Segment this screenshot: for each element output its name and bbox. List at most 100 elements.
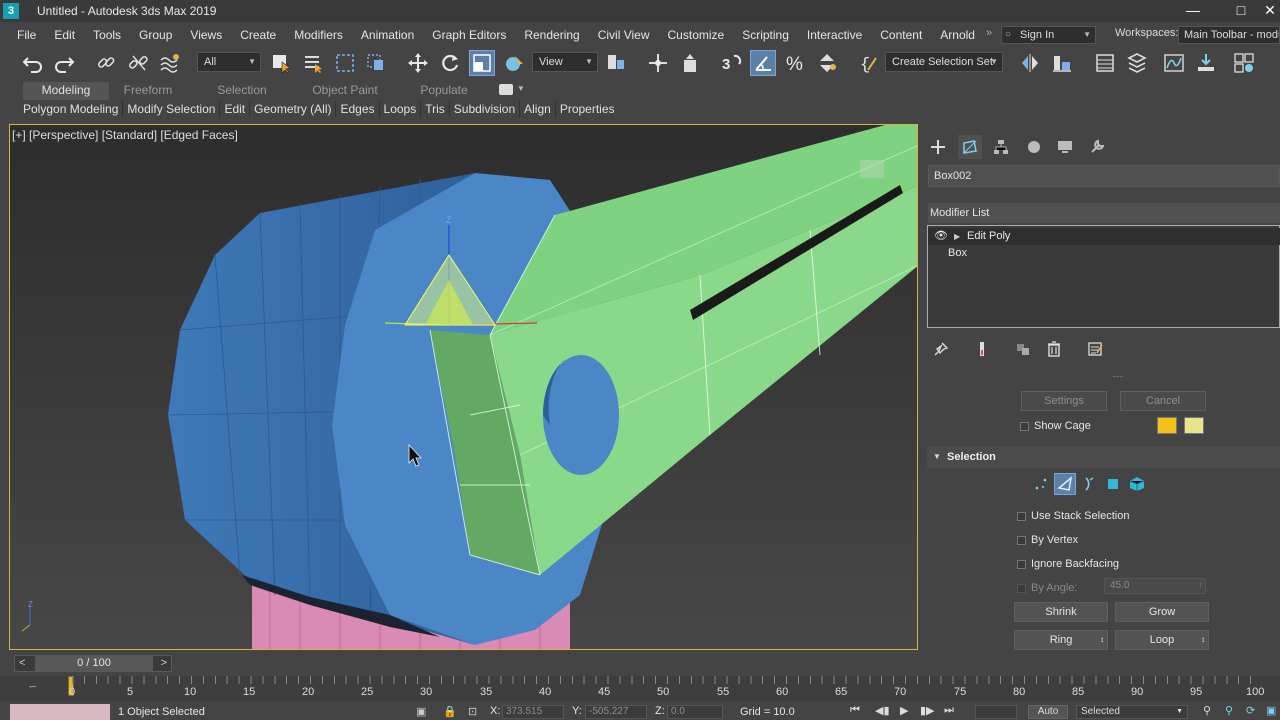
panel-subdivision[interactable]: Subdivision	[450, 101, 521, 117]
tab-object-paint[interactable]: Object Paint	[303, 82, 387, 100]
menu-scripting[interactable]: Scripting	[733, 28, 798, 42]
zoom-all-icon[interactable]: ⚲	[1225, 704, 1233, 717]
checkbox-box[interactable]	[1020, 421, 1029, 431]
pin-stack-icon[interactable]	[930, 338, 952, 360]
vertex-icon[interactable]	[1030, 473, 1052, 495]
menu-tools[interactable]: Tools	[84, 28, 130, 42]
panel-tris[interactable]: Tris	[421, 101, 450, 117]
menu-graph-editors[interactable]: Graph Editors	[423, 28, 515, 42]
scale-icon[interactable]	[469, 50, 495, 76]
viewport-label[interactable]: [+] [Perspective] [Standard] [Edged Face…	[12, 128, 238, 142]
menu-arnold[interactable]: Arnold	[931, 28, 984, 42]
menu-overflow-icon[interactable]: »	[986, 27, 992, 39]
modify-icon[interactable]	[958, 135, 982, 159]
perspective-viewport[interactable]: Z Z	[9, 124, 918, 650]
scene-explorer-icon[interactable]	[1124, 50, 1150, 76]
checkbox-box[interactable]	[1017, 535, 1026, 545]
use-stack-selection-checkbox[interactable]: Use Stack Selection	[1017, 510, 1129, 522]
loop-button[interactable]: Loop ↕	[1115, 630, 1209, 650]
tab-freeform[interactable]: Freeform	[113, 82, 183, 100]
minimize-icon[interactable]: —	[1170, 0, 1216, 22]
eye-icon[interactable]: 👁	[934, 228, 948, 245]
manipulate-icon[interactable]	[645, 50, 671, 76]
rectangular-selection-icon[interactable]	[332, 50, 358, 76]
selected-cage-color-swatch[interactable]	[1184, 417, 1204, 434]
panel-edges[interactable]: Edges	[336, 101, 380, 117]
checkbox-box[interactable]	[1017, 559, 1026, 569]
z-coordinate-field[interactable]: 0.0	[667, 705, 723, 719]
cage-color-swatch[interactable]	[1157, 417, 1177, 434]
by-angle-checkbox[interactable]: By Angle:	[1017, 582, 1077, 594]
angle-snap-icon[interactable]	[750, 50, 776, 76]
reference-coordinate-dropdown[interactable]: View ▼	[532, 52, 598, 72]
chevron-down-icon[interactable]: ▼	[517, 84, 525, 93]
grow-button[interactable]: Grow	[1115, 602, 1209, 622]
bind-spacewarp-icon[interactable]	[157, 50, 183, 76]
tab-modeling[interactable]: Modeling	[23, 82, 109, 100]
go-to-end-icon[interactable]: ⏭	[944, 704, 954, 717]
select-object-icon[interactable]	[268, 50, 294, 76]
time-prev-button[interactable]: <	[19, 656, 25, 671]
panel-loops[interactable]: Loops	[380, 101, 422, 117]
material-editor-icon[interactable]	[1231, 50, 1257, 76]
x-coordinate-field[interactable]: 373.515	[502, 705, 564, 719]
modifier-stack[interactable]: 👁 ▶ Edit Poly Box	[927, 225, 1280, 328]
make-unique-icon[interactable]	[1012, 338, 1034, 360]
move-icon[interactable]	[405, 50, 431, 76]
menu-create[interactable]: Create	[231, 28, 285, 42]
time-next-button[interactable]: >	[161, 656, 167, 671]
menu-modifiers[interactable]: Modifiers	[285, 28, 352, 42]
hierarchy-icon[interactable]	[989, 135, 1013, 159]
spinner-arrows-icon[interactable]: ↕	[1100, 631, 1104, 649]
element-icon[interactable]	[1126, 473, 1148, 495]
layer-explorer-icon[interactable]	[1092, 50, 1118, 76]
schematic-view-icon[interactable]	[1193, 50, 1219, 76]
menu-content[interactable]: Content	[871, 28, 931, 42]
selection-rollout-header[interactable]: ▼ Selection	[927, 446, 1280, 468]
redo-icon[interactable]	[51, 50, 77, 76]
previous-frame-icon[interactable]: ◀▮	[875, 704, 890, 717]
panel-geometry-all[interactable]: Geometry (All)	[250, 101, 337, 117]
snap-3d-icon[interactable]: 3	[718, 50, 744, 76]
menu-customize[interactable]: Customize	[659, 28, 734, 42]
absolute-mode-icon[interactable]: ⊡	[468, 705, 477, 718]
expand-arrow-icon[interactable]: ▶	[954, 228, 960, 245]
sign-in-dropdown[interactable]: ○ Sign In ▼	[1001, 26, 1096, 44]
unlink-icon[interactable]	[125, 50, 151, 76]
by-angle-spinner[interactable]: 45.0 ↕	[1104, 578, 1206, 594]
window-crossing-icon[interactable]	[363, 50, 389, 76]
menu-edit[interactable]: Edit	[45, 28, 84, 42]
panel-align[interactable]: Align	[520, 101, 556, 117]
show-cage-checkbox[interactable]: Show Cage	[1020, 420, 1091, 432]
utilities-icon[interactable]	[1085, 135, 1109, 159]
settings-button[interactable]: Settings	[1021, 391, 1107, 411]
pivot-icon[interactable]	[603, 50, 629, 76]
workspace-dropdown[interactable]: Main Toolbar - modu	[1178, 26, 1280, 44]
rollout-divider[interactable]	[1113, 376, 1123, 378]
ring-button[interactable]: Ring ↕	[1014, 630, 1108, 650]
stack-item-box[interactable]: Box	[928, 245, 1280, 262]
mini-curve-editor-icon[interactable]: ∽	[28, 680, 37, 693]
select-by-name-icon[interactable]	[300, 50, 326, 76]
panel-properties[interactable]: Properties	[556, 101, 619, 117]
spinner-arrows-icon[interactable]: ↕	[1201, 631, 1205, 649]
menu-civil-view[interactable]: Civil View	[589, 28, 659, 42]
polygon-icon[interactable]	[1102, 473, 1124, 495]
cancel-button[interactable]: Cancel	[1120, 391, 1206, 411]
menu-interactive[interactable]: Interactive	[798, 28, 871, 42]
ignore-backfacing-checkbox[interactable]: Ignore Backfacing	[1017, 558, 1119, 570]
named-selection-icon[interactable]: {	[856, 50, 882, 76]
zoom-icon[interactable]: ⚲	[1203, 704, 1211, 717]
remove-modifier-icon[interactable]	[1043, 338, 1065, 360]
modifier-list-dropdown[interactable]: Modifier List	[928, 203, 1280, 223]
orbit-icon[interactable]: ⟳	[1246, 704, 1255, 717]
lock-icon[interactable]: 🔒	[443, 705, 457, 718]
show-end-result-icon[interactable]	[971, 338, 993, 360]
key-filter-dropdown[interactable]: Selected ▼	[1076, 705, 1188, 719]
create-icon[interactable]	[926, 135, 950, 159]
panel-modify-selection[interactable]: Modify Selection	[123, 101, 221, 117]
checkbox-box[interactable]	[1017, 511, 1026, 521]
undo-icon[interactable]	[20, 50, 46, 76]
spinner-arrows-icon[interactable]: ↕	[1199, 579, 1203, 593]
isolate-selection-icon[interactable]: ▣	[416, 705, 426, 718]
